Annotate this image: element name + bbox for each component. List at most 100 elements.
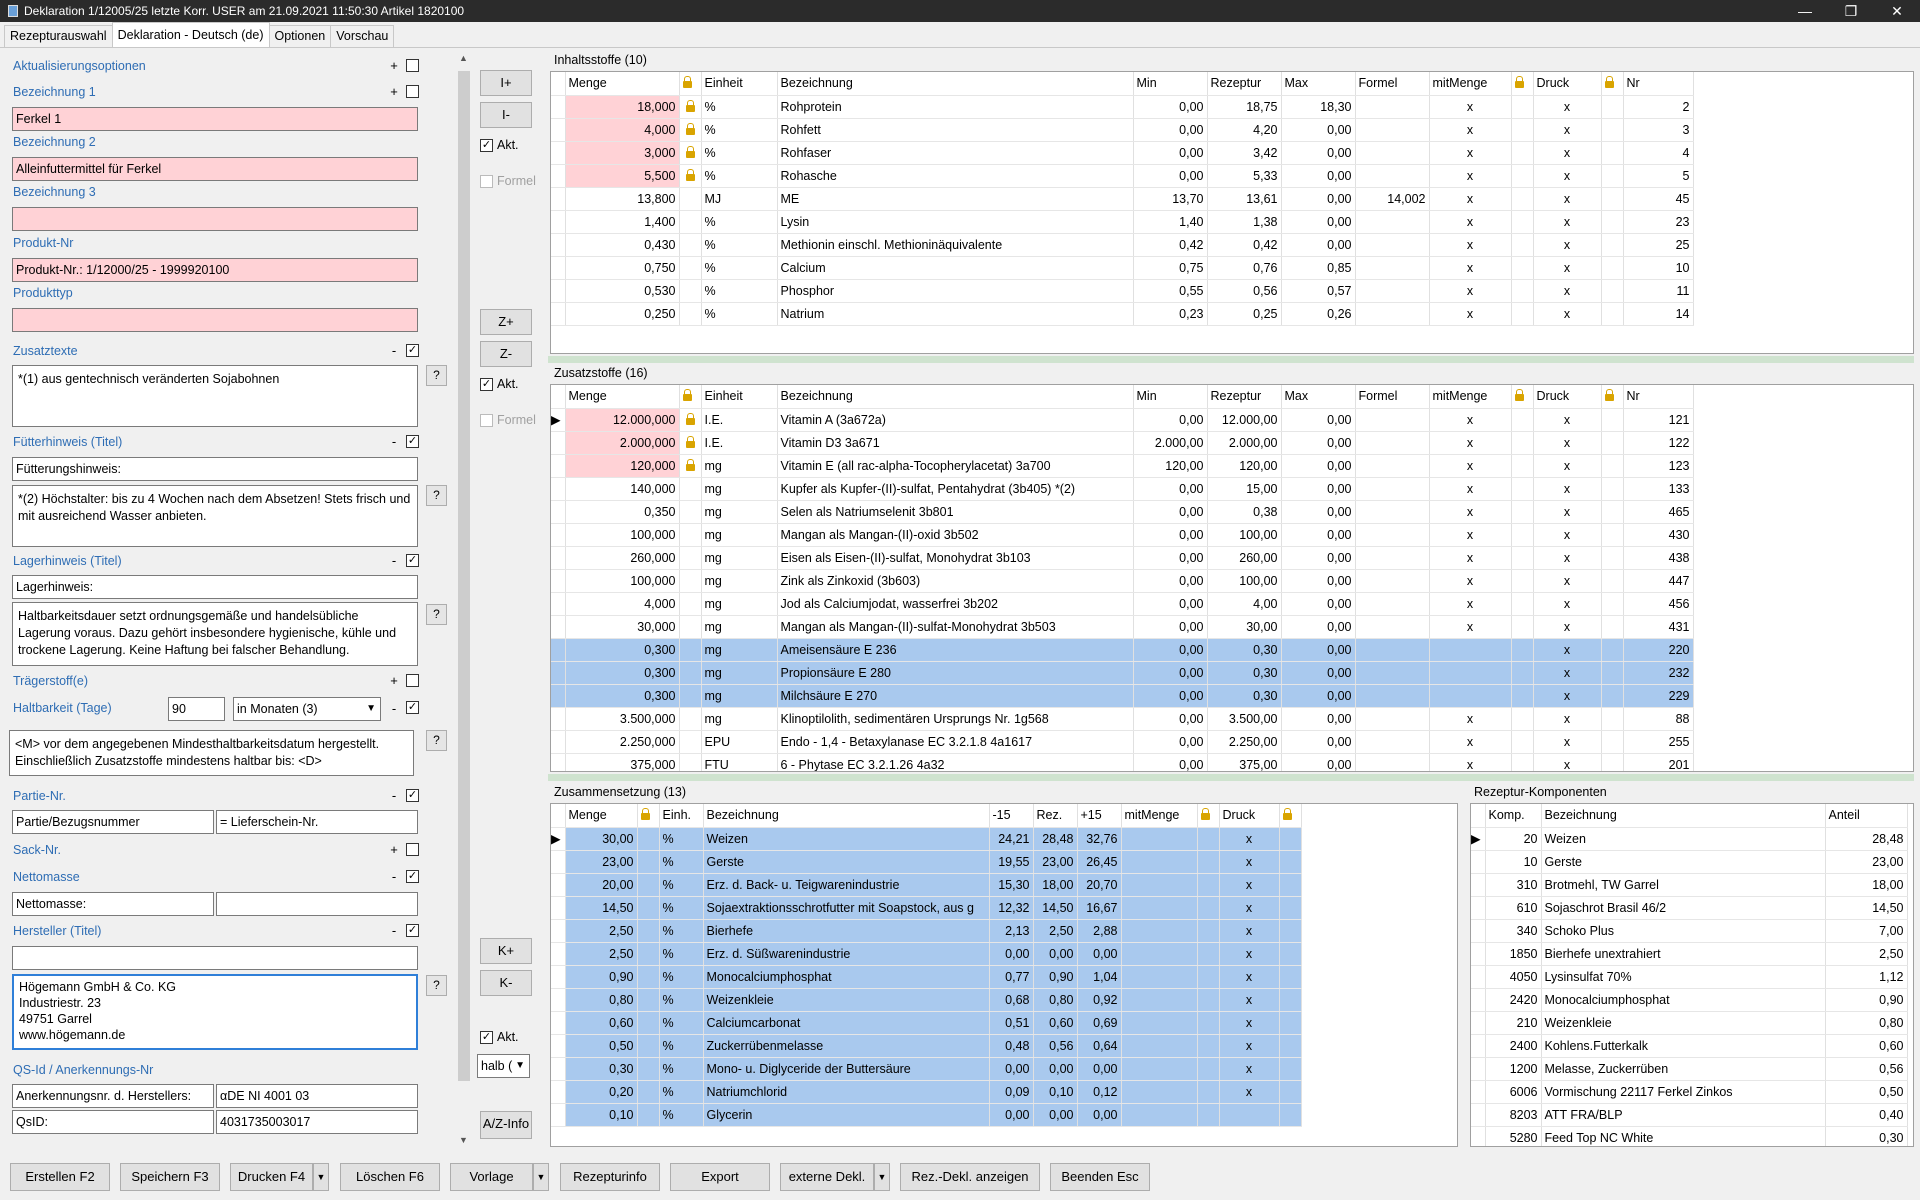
- cell-lock[interactable]: [637, 1080, 660, 1104]
- input-fuetterhinweis-titel[interactable]: Fütterungshinweis:: [12, 457, 418, 481]
- cell-lock2[interactable]: [1511, 408, 1534, 432]
- table-row[interactable]: 0,250% Natrium 0,23 0,25 0,26 x x 14: [551, 302, 1694, 326]
- cell-druck[interactable]: x: [1219, 919, 1280, 943]
- cell-einheit[interactable]: %: [659, 1057, 704, 1081]
- cell-rezeptur[interactable]: 0,56: [1207, 279, 1282, 303]
- cell-nr[interactable]: 14: [1623, 302, 1694, 326]
- cell-anteil[interactable]: 0,90: [1825, 988, 1908, 1012]
- table-row[interactable]: 140,000 mg Kupfer als Kupfer-(II)-sulfat, …: [551, 477, 1694, 501]
- cell-komp[interactable]: 340: [1485, 919, 1542, 943]
- cell-bezeichnung[interactable]: Calciumcarbonat: [703, 1011, 990, 1035]
- cell-druck[interactable]: x: [1533, 477, 1602, 501]
- rez-dekl-anzeigen-button[interactable]: Rez.-Dekl. anzeigen: [900, 1163, 1040, 1191]
- cell-druck[interactable]: x: [1533, 302, 1602, 326]
- cell-menge[interactable]: 2.250,000: [565, 730, 680, 754]
- cell-einheit[interactable]: mg: [701, 569, 778, 593]
- cell-druck[interactable]: x: [1533, 523, 1602, 547]
- column-header[interactable]: Max: [1281, 385, 1356, 409]
- cell-lock[interactable]: [679, 210, 702, 234]
- column-header[interactable]: Nr: [1623, 385, 1694, 409]
- cell-menge[interactable]: 0,60: [565, 1011, 638, 1035]
- cell-rez[interactable]: 0,00: [1033, 942, 1078, 966]
- cell-einheit[interactable]: mg: [701, 684, 778, 708]
- table-row[interactable]: 0,300 mg Propionsäure E 280 0,00 0,30 0,00 x 23…: [551, 661, 1694, 685]
- cell-bezeichnung[interactable]: Jod als Calciumjodat, wasserfrei 3b202: [777, 592, 1134, 616]
- cell-menge[interactable]: 100,000: [565, 569, 680, 593]
- collapse-zusatztexte[interactable]: -: [389, 343, 399, 358]
- cell-min[interactable]: 0,42: [1133, 233, 1208, 257]
- cell-formel[interactable]: [1355, 164, 1430, 188]
- cell-nr[interactable]: 4: [1623, 141, 1694, 165]
- cell-bezeichnung[interactable]: Schoko Plus: [1541, 919, 1826, 943]
- cell-lock2[interactable]: [1197, 1011, 1220, 1035]
- cell-mitmenge[interactable]: x: [1429, 187, 1512, 211]
- tab-vorschau[interactable]: Vorschau: [330, 25, 395, 47]
- cell-nr[interactable]: 122: [1623, 431, 1694, 455]
- cell-formel[interactable]: 14,002: [1355, 187, 1430, 211]
- cell-menge[interactable]: 13,800: [565, 187, 680, 211]
- tab-optionen[interactable]: Optionen: [268, 25, 332, 47]
- cell-komp[interactable]: 20: [1485, 827, 1542, 851]
- help-button-fuetterhinweis[interactable]: ?: [426, 485, 447, 506]
- cell-lock[interactable]: [679, 730, 702, 754]
- help-button-hersteller[interactable]: ?: [426, 975, 447, 996]
- cell-bezeichnung[interactable]: Vormischung 22117 Ferkel Zinkos: [1541, 1080, 1826, 1104]
- cell-lock2[interactable]: [1511, 210, 1534, 234]
- cell-bezeichnung[interactable]: Sojaschrot Brasil 46/2: [1541, 896, 1826, 920]
- checkbox-lagerhinweis[interactable]: ✓: [406, 554, 419, 567]
- cell-komp[interactable]: 310: [1485, 873, 1542, 897]
- cell-bezeichnung[interactable]: Erz. d. Süßwarenindustrie: [703, 942, 990, 966]
- cell-bezeichnung[interactable]: Rohasche: [777, 164, 1134, 188]
- drucken-dropdown-icon[interactable]: ▼: [313, 1163, 329, 1191]
- cell-anteil[interactable]: 14,50: [1825, 896, 1908, 920]
- cell-min[interactable]: 0,55: [1133, 279, 1208, 303]
- cell-mitmenge[interactable]: [1429, 661, 1512, 685]
- cell-mitmenge[interactable]: x: [1429, 141, 1512, 165]
- cell-nr[interactable]: 220: [1623, 638, 1694, 662]
- cell-lock2[interactable]: [1197, 919, 1220, 943]
- cell-einheit[interactable]: %: [701, 210, 778, 234]
- cell-lock3[interactable]: [1601, 141, 1624, 165]
- erstellen-button[interactable]: Erstellen F2: [10, 1163, 110, 1191]
- table-row[interactable]: 4050 Lysinsulfat 70% 1,12: [1471, 965, 1908, 989]
- zusatz-plus-button[interactable]: Z+: [480, 309, 532, 335]
- cell-lock2[interactable]: [1197, 942, 1220, 966]
- cell-bezeichnung[interactable]: Lysin: [777, 210, 1134, 234]
- cell-rezeptur[interactable]: 4,20: [1207, 118, 1282, 142]
- cell-menge[interactable]: 100,000: [565, 523, 680, 547]
- cell-menge[interactable]: 12.000,000: [565, 408, 680, 432]
- cell-min[interactable]: 0,00: [1133, 638, 1208, 662]
- cell-menge[interactable]: 0,80: [565, 988, 638, 1012]
- cell-lock[interactable]: [637, 827, 660, 851]
- input-anerkennung-label[interactable]: Anerkennungsnr. d. Herstellers:: [12, 1084, 214, 1108]
- cell-mitmenge[interactable]: x: [1429, 707, 1512, 731]
- table-row[interactable]: 2400 Kohlens.Futterkalk 0,60: [1471, 1034, 1908, 1058]
- collapse-hersteller[interactable]: -: [389, 923, 399, 938]
- cell-lock3[interactable]: [1279, 850, 1302, 874]
- cell-einheit[interactable]: %: [659, 1034, 704, 1058]
- cell-formel[interactable]: [1355, 569, 1430, 593]
- cell-max[interactable]: 0,00: [1281, 753, 1356, 771]
- cell-bezeichnung[interactable]: Weizenkleie: [703, 988, 990, 1012]
- cell-min[interactable]: 0,00: [1133, 707, 1208, 731]
- cell-druck[interactable]: x: [1533, 118, 1602, 142]
- checkbox-partie-nr[interactable]: ✓: [406, 789, 419, 802]
- cell-lock3[interactable]: [1601, 638, 1624, 662]
- cell-lock2[interactable]: [1511, 118, 1534, 142]
- column-header[interactable]: -15: [989, 804, 1034, 828]
- cell-komp[interactable]: 1850: [1485, 942, 1542, 966]
- cell-mitmenge[interactable]: [1121, 1080, 1198, 1104]
- cell-minus15[interactable]: 24,21: [989, 827, 1034, 851]
- table-row[interactable]: 310 Brotmehl, TW Garrel 18,00: [1471, 873, 1908, 897]
- help-button-lagerhinweis[interactable]: ?: [426, 604, 447, 625]
- input-bezeichnung-3[interactable]: [12, 207, 418, 231]
- cell-bezeichnung[interactable]: Monocalciumphosphat: [1541, 988, 1826, 1012]
- cell-nr[interactable]: 23: [1623, 210, 1694, 234]
- cell-druck[interactable]: x: [1219, 1011, 1280, 1035]
- cell-menge[interactable]: 260,000: [565, 546, 680, 570]
- cell-bezeichnung[interactable]: Lysinsulfat 70%: [1541, 965, 1826, 989]
- cell-einheit[interactable]: mg: [701, 477, 778, 501]
- cell-einheit[interactable]: %: [659, 965, 704, 989]
- cell-bezeichnung[interactable]: Endo - 1,4 - Betaxylanase EC 3.2.1.8 4a1…: [777, 730, 1134, 754]
- cell-lock3[interactable]: [1601, 164, 1624, 188]
